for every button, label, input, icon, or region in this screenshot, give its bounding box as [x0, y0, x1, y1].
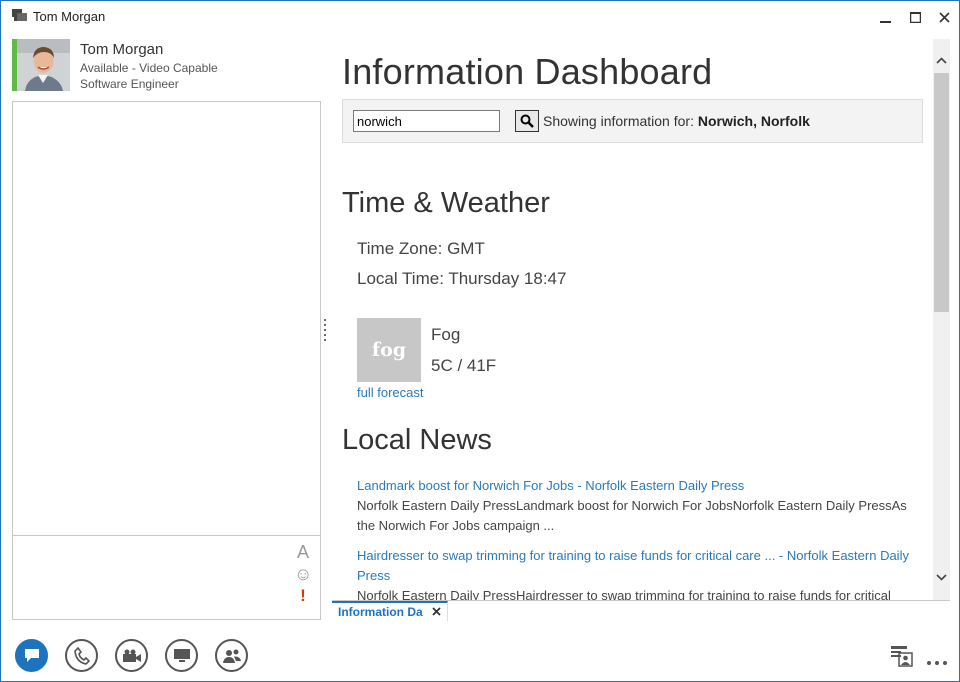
full-forecast-link[interactable]: full forecast: [357, 385, 423, 400]
priority-button[interactable]: !: [294, 586, 312, 606]
weather-condition: Fog: [431, 325, 461, 344]
contact-card-icon: [891, 646, 913, 667]
content-tab-strip: Information Da: [332, 600, 950, 621]
phone-icon: [73, 646, 90, 665]
news-item: Hairdresser to swap trimming for trainin…: [357, 546, 912, 600]
conversation-app-icon: [12, 9, 27, 21]
location-search-bar: Showing information for: Norwich, Norfol…: [342, 99, 923, 143]
time-weather-heading: Time & Weather: [342, 187, 550, 219]
scroll-up-button[interactable]: [933, 52, 950, 69]
people-icon: [222, 649, 241, 663]
news-item: Landmark boost for Norwich For Jobs - No…: [357, 476, 912, 536]
chevron-up-icon: [936, 57, 947, 64]
weather-condition-image: fog: [357, 318, 421, 382]
chat-bubble-icon: [24, 649, 39, 662]
close-tab-button[interactable]: [432, 604, 441, 619]
contact-name[interactable]: Tom Morgan: [80, 41, 163, 58]
minimize-icon: [879, 20, 891, 23]
local-news-heading: Local News: [342, 424, 492, 456]
emoticon-button[interactable]: ☺: [294, 564, 312, 585]
conversation-window: Tom Morgan Tom Morgan Available - Video …: [0, 0, 960, 682]
close-icon: [432, 607, 441, 616]
minimize-button[interactable]: [875, 7, 895, 27]
chevron-down-icon: [936, 574, 947, 581]
news-item-description: Norfolk Eastern Daily PressLandmark boos…: [357, 498, 907, 533]
weather-image-label: fog: [371, 339, 407, 361]
maximize-icon: [909, 11, 921, 23]
more-options-button[interactable]: [926, 653, 948, 671]
font-icon: A: [296, 542, 309, 562]
contact-card-button[interactable]: [890, 645, 914, 672]
search-button[interactable]: [515, 110, 539, 132]
information-dashboard: Information Dashboard Showing informatio…: [332, 39, 933, 600]
local-time-text: Local Time: Thursday 18:47: [357, 269, 567, 288]
pane-splitter-handle[interactable]: [324, 319, 327, 341]
im-button[interactable]: [15, 639, 48, 672]
close-icon: [938, 11, 950, 23]
news-item-description: Norfolk Eastern Daily PressHairdresser t…: [357, 588, 891, 600]
dashboard-scrollbar[interactable]: [933, 39, 950, 600]
news-item-title-link[interactable]: Landmark boost for Norwich For Jobs - No…: [357, 476, 912, 496]
showing-location: Norwich, Norfolk: [697, 113, 810, 129]
showing-prefix: Showing information for:: [543, 113, 694, 129]
video-camera-icon: [122, 649, 141, 662]
weather-temperature: 5C / 41F: [431, 356, 497, 375]
scroll-down-button[interactable]: [933, 569, 950, 586]
more-icon: [927, 661, 947, 665]
participants-button[interactable]: [215, 639, 248, 672]
contact-status: Available - Video Capable: [80, 61, 218, 75]
news-item-title-link[interactable]: Hairdresser to swap trimming for trainin…: [357, 546, 912, 586]
share-screen-button[interactable]: [165, 639, 198, 672]
close-window-button[interactable]: [934, 7, 954, 27]
priority-icon: !: [300, 586, 306, 605]
showing-location-text: Showing information for: Norwich, Norfol…: [543, 113, 810, 129]
location-search-input[interactable]: [353, 110, 500, 132]
contact-job-title: Software Engineer: [80, 77, 179, 91]
tab-label: Information Da: [338, 605, 423, 619]
call-button[interactable]: [65, 639, 98, 672]
message-compose-area[interactable]: A ☺ !: [12, 535, 321, 620]
avatar-photo: [17, 39, 70, 91]
font-button[interactable]: A: [294, 542, 312, 563]
tab-information-dashboard[interactable]: Information Da: [332, 601, 448, 621]
scroll-thumb[interactable]: [934, 73, 949, 312]
window-title: Tom Morgan: [33, 9, 106, 24]
search-icon: [520, 114, 534, 128]
title-bar: Tom Morgan: [1, 1, 959, 33]
emoticon-icon: ☺: [294, 564, 313, 584]
video-button[interactable]: [115, 639, 148, 672]
avatar[interactable]: [17, 39, 70, 91]
dashboard-title: Information Dashboard: [342, 51, 713, 92]
maximize-button[interactable]: [905, 7, 925, 27]
time-zone-text: Time Zone: GMT: [357, 239, 485, 258]
conversation-history[interactable]: [12, 101, 321, 535]
monitor-icon: [173, 649, 190, 662]
